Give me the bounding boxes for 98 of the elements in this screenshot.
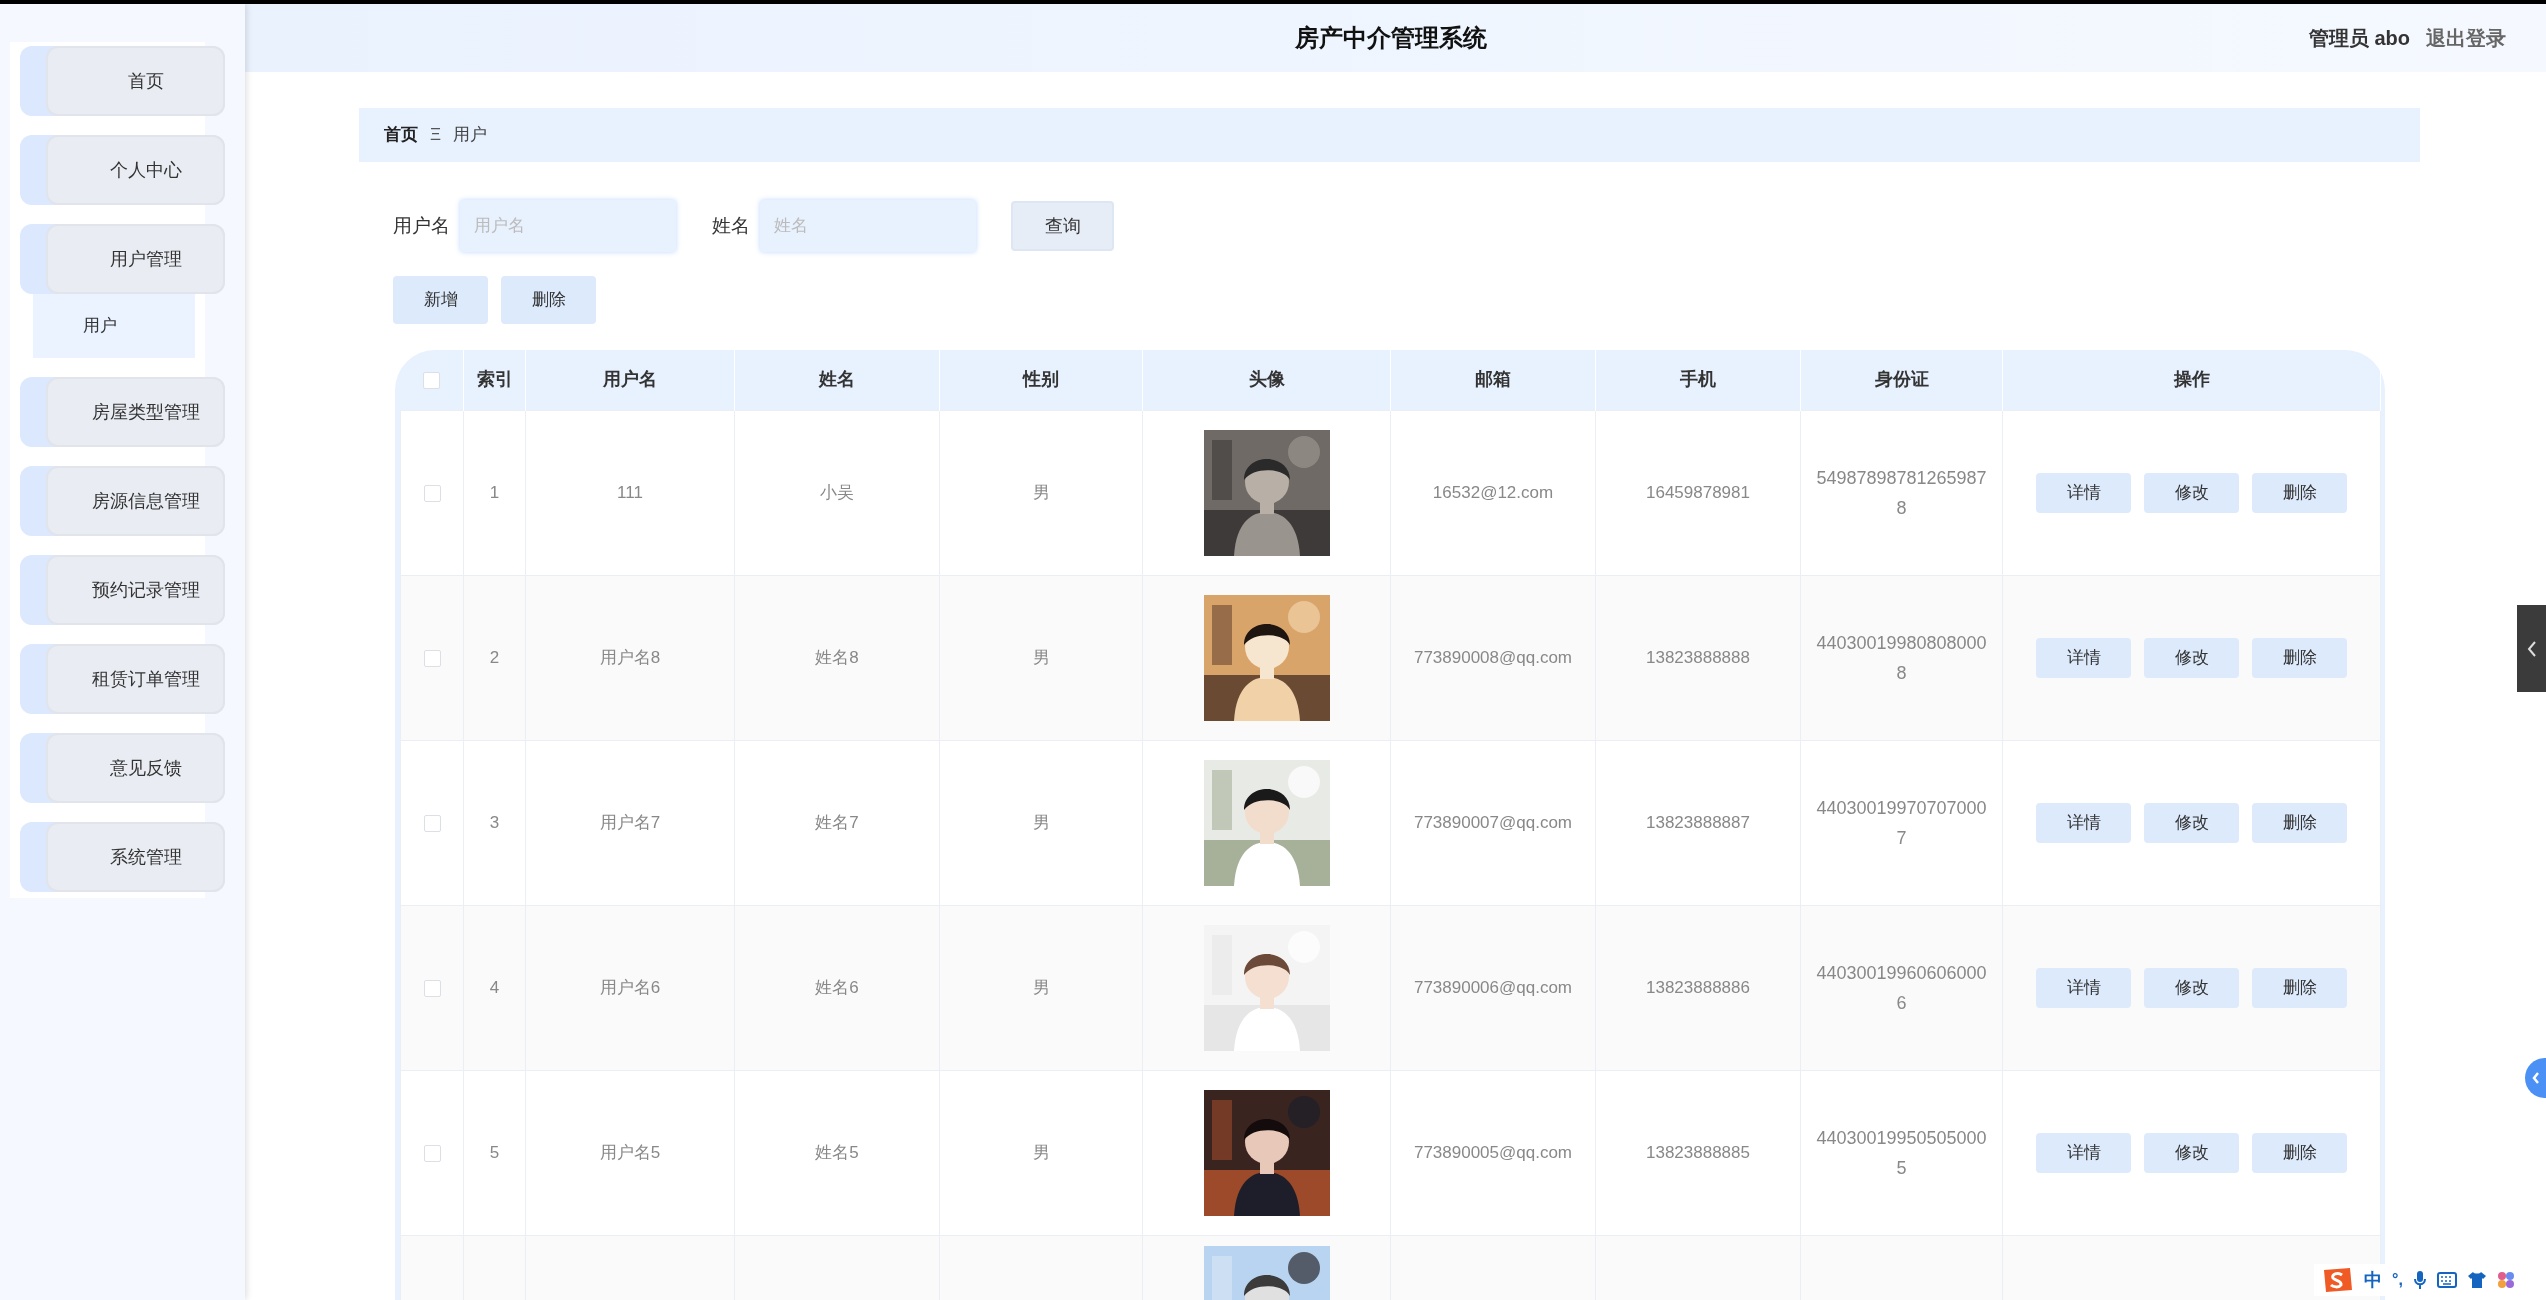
drawer-toggle[interactable] (2517, 605, 2546, 692)
menu-item[interactable]: 房屋类型管理 (20, 377, 225, 447)
submenu-item[interactable]: 用户 (33, 294, 195, 358)
row-action-button[interactable]: 删除 (2252, 802, 2347, 843)
menu-item[interactable]: 预约记录管理 (20, 555, 225, 625)
checkbox[interactable] (423, 814, 441, 832)
column-header: 身份证 (1800, 350, 2003, 410)
user-name: 管理员 abo (2308, 26, 2410, 51)
menu-item[interactable]: 系统管理 (20, 822, 225, 892)
column-header: 操作 (2002, 350, 2381, 410)
table-cell: 用户名7 (525, 740, 735, 905)
row-action-button[interactable]: 详情 (2036, 1132, 2131, 1173)
checkbox[interactable] (423, 484, 441, 502)
menu-item[interactable]: 首页 (20, 46, 225, 116)
field-label: 用户名 (393, 213, 450, 238)
app-title: 房产中介管理系统 (1295, 23, 1487, 53)
search-field[interactable]: 姓名 (760, 200, 976, 252)
row-action-button[interactable]: 删除 (2252, 472, 2347, 513)
table-cell: 男 (939, 905, 1143, 1070)
table-cell: 5 (463, 1070, 526, 1235)
column-header: 用户名 (525, 350, 735, 410)
row-action-button[interactable]: 详情 (2036, 472, 2131, 513)
action-button[interactable]: 删除 (501, 276, 596, 324)
table-cell: 用户名8 (525, 575, 735, 740)
table-cell: 男 (939, 740, 1143, 905)
breadcrumb-separator: Ξ (430, 124, 442, 147)
row-action-button[interactable]: 修改 (2144, 1132, 2239, 1173)
menu-item[interactable]: 房源信息管理 (20, 466, 225, 536)
column-header: 手机 (1595, 350, 1801, 410)
table-cell: 440300199505050005 (1800, 1070, 2003, 1235)
table-cell: 111 (525, 410, 735, 575)
table-cell: 3 (463, 740, 526, 905)
column-header: 头像 (1142, 350, 1391, 410)
checkbox[interactable] (423, 1144, 441, 1162)
row-action-button[interactable]: 删除 (2252, 967, 2347, 1008)
breadcrumb-current: 用户 (453, 124, 488, 147)
row-action-button[interactable]: 删除 (2252, 637, 2347, 678)
menu-item[interactable]: 用户管理 (20, 224, 225, 294)
table-cell: 男 (939, 410, 1143, 575)
table-cell: 小吴 (734, 410, 940, 575)
keyboard-icon[interactable] (2436, 1272, 2457, 1288)
column-header: 邮箱 (1390, 350, 1596, 410)
table-cell: 男 (939, 575, 1143, 740)
table-cell: 用户名5 (525, 1070, 735, 1235)
table-cell: 13823888887 (1595, 740, 1801, 905)
breadcrumb-link[interactable]: 首页 (384, 122, 418, 148)
table-cell: 440300199808080008 (1800, 575, 2003, 740)
table-cell: 549878987812659878 (1800, 410, 2003, 575)
column-header: 索引 (463, 350, 526, 410)
table-cell: 16532@12.com (1390, 410, 1596, 575)
table-cell: 13823888886 (1595, 905, 1801, 1070)
field-label: 姓名 (712, 213, 750, 238)
menu-item[interactable]: 个人中心 (20, 135, 225, 205)
ime-mode[interactable]: 中 (2364, 1266, 2382, 1294)
table-cell: 1 (463, 410, 526, 575)
table-cell: 440300199707070007 (1800, 740, 2003, 905)
table-cell: 773890007@qq.com (1390, 740, 1596, 905)
table-cell: 16459878981 (1595, 410, 1801, 575)
apps-icon[interactable] (2496, 1271, 2515, 1289)
search-button[interactable]: 查询 (1011, 201, 1114, 251)
chevron-left-icon (2530, 1071, 2541, 1085)
table-cell: 773890006@qq.com (1390, 905, 1596, 1070)
row-action-button[interactable]: 修改 (2144, 637, 2239, 678)
row-action-button[interactable]: 详情 (2036, 637, 2131, 678)
row-action-button[interactable]: 修改 (2144, 472, 2239, 513)
shirt-icon[interactable] (2466, 1271, 2487, 1289)
checkbox[interactable] (423, 649, 441, 667)
menu-item[interactable]: 意见反馈 (20, 733, 225, 803)
table-cell: 用户名6 (525, 905, 735, 1070)
checkbox[interactable] (423, 372, 441, 389)
column-header: 性别 (939, 350, 1143, 410)
column-header: 姓名 (734, 350, 940, 410)
microphone-icon[interactable] (2412, 1270, 2427, 1290)
row-action-button[interactable]: 删除 (2252, 1132, 2347, 1173)
table-cell: 13823888888 (1595, 575, 1801, 740)
row-action-button[interactable]: 修改 (2144, 967, 2239, 1008)
float-button[interactable] (2525, 1058, 2546, 1098)
ime-punctuation[interactable]: °, (2392, 1268, 2403, 1292)
table-cell: 姓名6 (734, 905, 940, 1070)
chevron-left-icon (2526, 639, 2537, 658)
row-action-button[interactable]: 修改 (2144, 802, 2239, 843)
row-action-button[interactable]: 详情 (2036, 967, 2131, 1008)
table-cell: 男 (939, 1070, 1143, 1235)
table-cell: 姓名7 (734, 740, 940, 905)
logout-link[interactable]: 退出登录 (2426, 23, 2506, 53)
table-cell: 4 (463, 905, 526, 1070)
table-cell: 773890005@qq.com (1390, 1070, 1596, 1235)
table-cell: 440300199606060006 (1800, 905, 2003, 1070)
table-cell: 2 (463, 575, 526, 740)
search-field[interactable]: 用户名 (460, 200, 676, 252)
action-button[interactable]: 新增 (393, 276, 488, 324)
menu-item[interactable]: 租赁订单管理 (20, 644, 225, 714)
row-action-button[interactable]: 详情 (2036, 802, 2131, 843)
checkbox[interactable] (423, 979, 441, 997)
table-cell: 13823888885 (1595, 1070, 1801, 1235)
table-cell: 773890008@qq.com (1390, 575, 1596, 740)
table-cell: 姓名5 (734, 1070, 940, 1235)
table-cell: 姓名8 (734, 575, 940, 740)
